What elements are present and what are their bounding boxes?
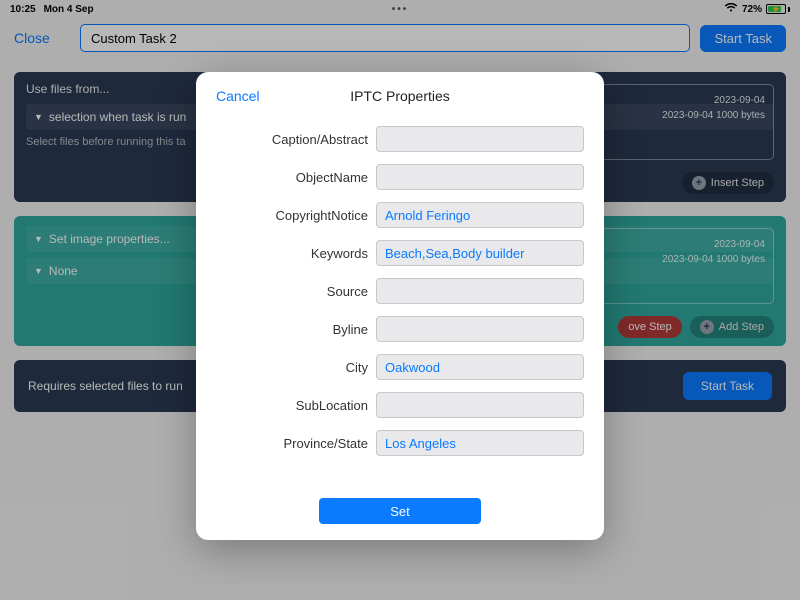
field-input[interactable] [376, 240, 584, 266]
field-label: Province/State [216, 436, 376, 451]
field-label: Caption/Abstract [216, 132, 376, 147]
set-button[interactable]: Set [319, 498, 481, 524]
form-row: Keywords [216, 240, 584, 266]
iptc-properties-modal: Cancel IPTC Properties Caption/Abstract O… [196, 72, 604, 540]
field-input[interactable] [376, 316, 584, 342]
field-label: Byline [216, 322, 376, 337]
form-row: Caption/Abstract [216, 126, 584, 152]
form-row: ObjectName [216, 164, 584, 190]
form-row: Byline [216, 316, 584, 342]
field-label: ObjectName [216, 170, 376, 185]
field-label: CopyrightNotice [216, 208, 376, 223]
form-row: City [216, 354, 584, 380]
field-input[interactable] [376, 202, 584, 228]
cancel-button[interactable]: Cancel [216, 88, 260, 104]
field-label: City [216, 360, 376, 375]
field-input[interactable] [376, 430, 584, 456]
field-label: Keywords [216, 246, 376, 261]
modal-title: IPTC Properties [216, 88, 584, 104]
field-input[interactable] [376, 354, 584, 380]
field-input[interactable] [376, 164, 584, 190]
form-row: CopyrightNotice [216, 202, 584, 228]
field-label: SubLocation [216, 398, 376, 413]
field-input[interactable] [376, 126, 584, 152]
field-input[interactable] [376, 278, 584, 304]
form-row: Source [216, 278, 584, 304]
form-row: SubLocation [216, 392, 584, 418]
field-label: Source [216, 284, 376, 299]
form-row: Province/State [216, 430, 584, 456]
field-input[interactable] [376, 392, 584, 418]
